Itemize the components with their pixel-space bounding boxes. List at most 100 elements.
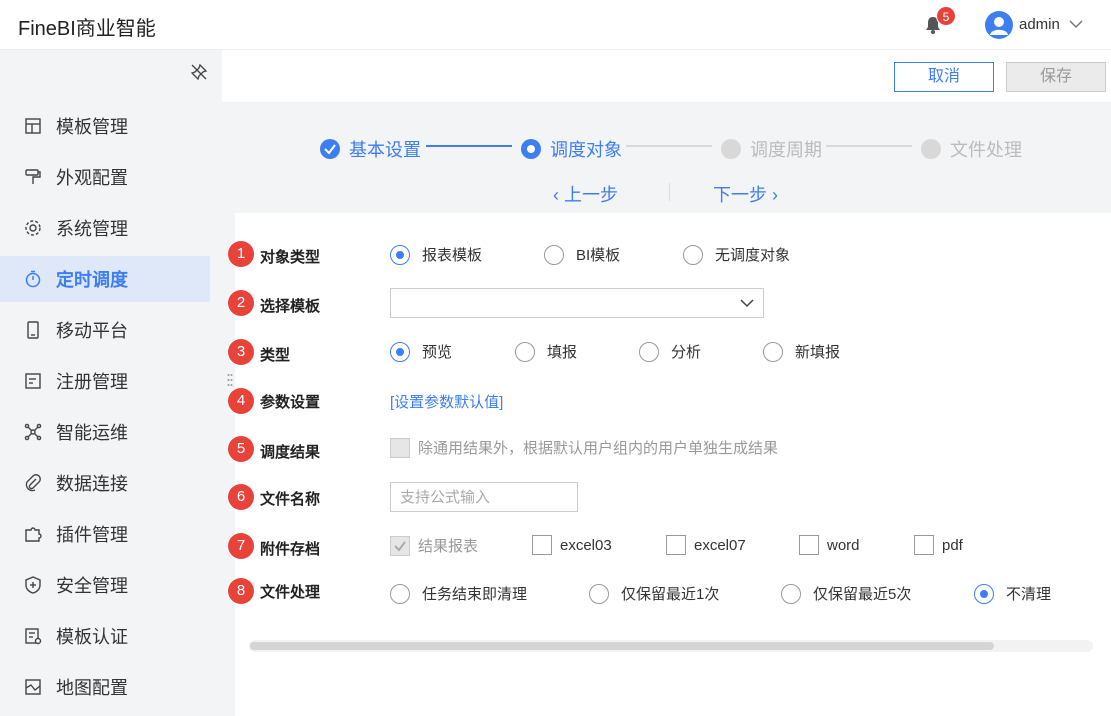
radio-button[interactable] <box>589 583 609 604</box>
sidebar-item-label: 安全管理 <box>56 576 128 596</box>
checkbox[interactable] <box>666 535 686 555</box>
field-label: 类型 <box>260 347 291 364</box>
sidebar-item-label: 系统管理 <box>56 219 128 239</box>
user-icon <box>990 17 1008 35</box>
radio-button[interactable] <box>390 244 410 265</box>
sidebar-item-ops[interactable]: 智能运维 <box>0 409 210 455</box>
sidebar-item-label: 地图配置 <box>56 678 128 698</box>
radio-fill[interactable]: 填报 <box>515 341 577 362</box>
sidebar-item-mobile[interactable]: 移动平台 <box>0 307 210 353</box>
radio-button[interactable] <box>515 341 535 362</box>
field-label: 选择模板 <box>260 298 321 315</box>
chevron-down-icon[interactable] <box>1068 17 1084 31</box>
template-select[interactable] <box>390 288 764 318</box>
drag-handle-icon[interactable] <box>227 373 233 387</box>
radio-button[interactable] <box>390 583 410 604</box>
radio-no-clean[interactable]: 不清理 <box>974 583 1051 604</box>
pending-step-icon <box>721 139 741 159</box>
radio-button[interactable] <box>390 341 410 362</box>
action-toolbar: 取消 保存 <box>222 50 1111 102</box>
checkbox[interactable] <box>532 535 552 555</box>
sidebar-item-label: 插件管理 <box>56 525 128 545</box>
app-title: FineBI商业智能 <box>18 18 156 40</box>
horizontal-scrollbar[interactable] <box>249 640 1093 652</box>
checkbox <box>390 437 410 458</box>
row-number: 4 <box>228 388 254 414</box>
radio-button[interactable] <box>781 583 801 604</box>
pin-icon[interactable] <box>190 63 208 81</box>
radio-analysis[interactable]: 分析 <box>639 341 701 362</box>
shield-icon <box>22 574 44 596</box>
chevron-down-icon <box>740 299 754 308</box>
radio-button[interactable] <box>683 244 703 265</box>
pending-step-icon <box>921 139 941 159</box>
sidebar-item-system[interactable]: 系统管理 <box>0 205 210 251</box>
radio-bi-template[interactable]: BI模板 <box>544 244 620 265</box>
radio-button[interactable] <box>639 341 659 362</box>
checkbox <box>390 535 410 556</box>
username[interactable]: admin <box>1019 16 1060 33</box>
sidebar-item-security[interactable]: 安全管理 <box>0 562 210 608</box>
sidebar-item-map[interactable]: 地图配置 <box>0 664 210 710</box>
step-label: 调度对象 <box>550 140 622 160</box>
sidebar-item-label: 定时调度 <box>56 270 128 290</box>
sidebar-item-label: 模板管理 <box>56 117 128 137</box>
sidebar-item-appearance[interactable]: 外观配置 <box>0 154 210 200</box>
avatar[interactable] <box>985 11 1013 39</box>
step-file-process: 文件处理 <box>921 136 1022 162</box>
step-connector <box>826 145 912 147</box>
sidebar-item-label: 智能运维 <box>56 423 128 443</box>
divider <box>669 183 670 201</box>
row-number: 3 <box>228 339 254 365</box>
checkbox[interactable] <box>914 535 934 555</box>
prev-step-link[interactable]: ‹ 上一步 <box>553 181 618 207</box>
puzzle-icon <box>22 523 44 545</box>
sidebar-item-plugins[interactable]: 插件管理 <box>0 511 210 557</box>
sidebar-item-scheduling[interactable]: 定时调度 <box>0 256 210 302</box>
sidebar: 模板管理 外观配置 系统管理 定时调度 移动平台 注册管理 智能运维 数据连接 … <box>0 50 222 716</box>
field-label: 附件存档 <box>260 541 321 558</box>
radio-button[interactable] <box>544 244 564 265</box>
radio-no-object[interactable]: 无调度对象 <box>683 244 790 265</box>
step-basic-settings[interactable]: 基本设置 <box>320 136 421 162</box>
radio-keep-last-5[interactable]: 仅保留最近5次 <box>781 583 911 604</box>
checkbox-excel07[interactable]: excel07 <box>666 535 746 555</box>
checkbox-word[interactable]: word <box>799 535 860 555</box>
radio-button[interactable] <box>974 583 994 604</box>
sidebar-item-data-connection[interactable]: 数据连接 <box>0 460 210 506</box>
template-icon <box>22 115 44 137</box>
checkbox-pdf[interactable]: pdf <box>914 535 963 555</box>
scrollbar-thumb[interactable] <box>250 642 994 650</box>
radio-report-template[interactable]: 报表模板 <box>390 244 482 265</box>
field-label: 文件名称 <box>260 491 321 508</box>
map-icon <box>22 676 44 698</box>
file-name-input[interactable] <box>390 482 578 512</box>
sidebar-item-label: 模板认证 <box>56 627 128 647</box>
checkmark-icon <box>394 540 406 552</box>
sidebar-item-certification[interactable]: 模板认证 <box>0 613 210 659</box>
radio-clean-on-finish[interactable]: 任务结束即清理 <box>390 583 527 604</box>
set-param-defaults-link[interactable]: [设置参数默认值] <box>390 391 503 412</box>
radio-new-fill[interactable]: 新填报 <box>763 341 840 362</box>
step-connector <box>626 145 712 147</box>
row-number: 1 <box>228 241 254 267</box>
sidebar-item-template-management[interactable]: 模板管理 <box>0 103 210 149</box>
field-label: 文件处理 <box>260 584 321 601</box>
checkbox-excel03[interactable]: excel03 <box>532 535 612 555</box>
timer-icon <box>22 268 44 290</box>
row-number: 8 <box>228 578 254 604</box>
network-icon <box>22 421 44 443</box>
radio-preview[interactable]: 预览 <box>390 341 452 362</box>
cancel-button[interactable]: 取消 <box>894 62 994 92</box>
step-schedule-object[interactable]: 调度对象 <box>521 136 622 162</box>
sidebar-item-label: 注册管理 <box>56 372 128 392</box>
sidebar-item-registration[interactable]: 注册管理 <box>0 358 210 404</box>
radio-button[interactable] <box>763 341 783 362</box>
checkbox[interactable] <box>799 535 819 555</box>
next-step-link[interactable]: 下一步 › <box>713 181 778 207</box>
check-circle-icon <box>320 139 340 159</box>
field-label: 参数设置 <box>260 394 321 411</box>
radio-keep-last-1[interactable]: 仅保留最近1次 <box>589 583 719 604</box>
sidebar-item-label: 外观配置 <box>56 168 128 188</box>
step-label: 调度周期 <box>750 140 822 160</box>
